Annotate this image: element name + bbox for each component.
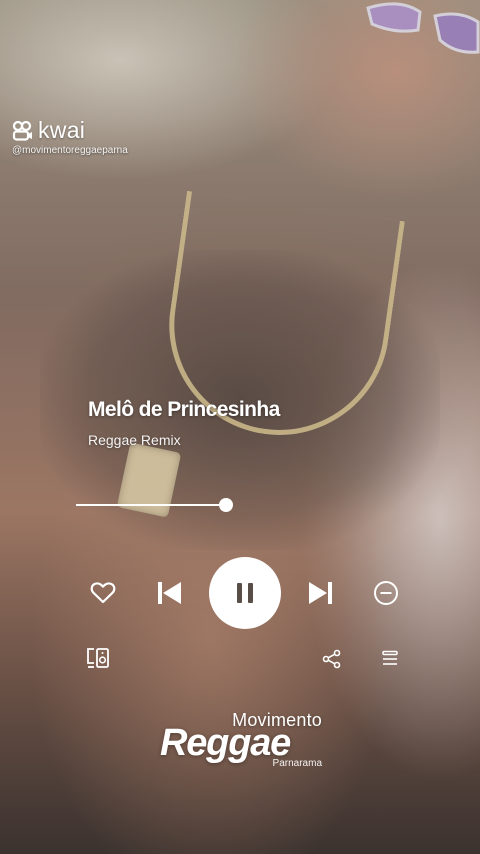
like-button[interactable]	[88, 578, 118, 608]
skip-previous-icon	[158, 582, 181, 604]
kwai-logo-icon	[12, 120, 32, 141]
pause-button[interactable]	[209, 557, 281, 629]
song-artist: Reggae Remix	[88, 432, 181, 448]
share-icon	[322, 649, 341, 669]
minus-circle-icon	[374, 581, 398, 605]
kwai-watermark: kwai	[12, 117, 85, 144]
kwai-app-name: kwai	[38, 117, 86, 143]
heart-icon	[90, 582, 116, 604]
share-button[interactable]	[320, 647, 344, 671]
queue-icon	[382, 650, 398, 665]
brand-main-text: Reggae	[160, 722, 291, 764]
movimento-reggae-logo: Movimento Reggae Parnarama	[160, 708, 330, 772]
progress-bar[interactable]	[76, 498, 233, 512]
connect-device-button[interactable]	[84, 644, 112, 672]
queue-button[interactable]	[378, 647, 402, 671]
connect-device-icon	[87, 648, 109, 668]
previous-button[interactable]	[153, 577, 185, 609]
kwai-handle: @movimentoreggaeparna	[12, 145, 128, 156]
remove-button[interactable]	[371, 578, 401, 608]
brand-sub-text: Parnarama	[272, 758, 322, 769]
song-title: Melô de Princesinha	[88, 398, 280, 421]
progress-fill	[76, 504, 226, 506]
skip-next-icon	[309, 582, 332, 604]
pause-icon	[237, 583, 253, 603]
progress-knob[interactable]	[219, 498, 233, 512]
next-button[interactable]	[305, 577, 337, 609]
